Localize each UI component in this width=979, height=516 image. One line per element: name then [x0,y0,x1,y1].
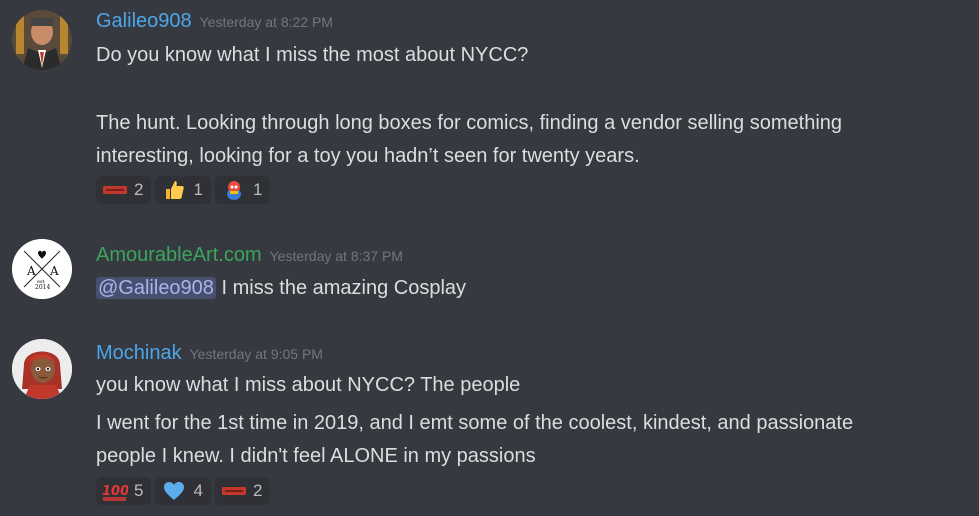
message-text-content: I miss the amazing Cosplay [221,277,467,299]
message-text: interesting, looking for a toy you hadn’… [96,145,640,167]
reaction-character[interactable]: 1 [214,176,271,204]
reaction-count: 1 [193,180,203,199]
message-group-galileo908: Galileo908 Yesterday at 8:22 PM Do you kn… [0,0,979,215]
blue-heart-icon [161,480,187,502]
message-text: people I knew. I didn't feel ALONE in my… [96,445,536,467]
reaction-count: 2 [252,481,263,500]
character-emoji-icon [221,179,247,201]
timestamp: Yesterday at 8:37 PM [269,248,403,264]
message-text: Do you know what I miss the most about N… [96,44,529,66]
message-text: you know what I miss about NYCC? The peo… [96,374,521,396]
timestamp: Yesterday at 8:22 PM [199,14,333,30]
nycc-logo-icon [221,480,247,502]
username[interactable]: AmourableArt.com [96,244,262,266]
reactions-bar: 100 5 4 2 [96,477,274,505]
timestamp: Yesterday at 9:05 PM [189,346,323,362]
message-header: AmourableArt.com Yesterday at 8:37 PM [96,244,403,267]
reaction-nycc[interactable]: 2 [214,477,271,505]
chat-messages: Galileo908 Yesterday at 8:22 PM Do you kn… [0,0,979,516]
avatar-letter-left: A [26,264,36,278]
reaction-count: 4 [193,481,203,500]
message-header: Galileo908 Yesterday at 8:22 PM [96,10,333,33]
reaction-count: 5 [134,481,144,500]
mochinak-avatar-icon[interactable] [12,339,72,399]
message-text: @Galileo908 I miss the amazing Cosplay [96,277,466,300]
galileo-avatar-icon[interactable] [12,10,72,70]
message-header: Mochinak Yesterday at 9:05 PM [96,342,323,365]
message-text: The hunt. Looking through long boxes for… [96,112,843,134]
avatar-letter-right: A [49,264,59,278]
amourable-art-logo-icon[interactable]: A A est 2014 [12,239,72,299]
reactions-bar: 2 1 1 [96,176,274,204]
reaction-thumbs-up[interactable]: 1 [155,176,211,204]
message-text: I went for the 1st time in 2019, and I e… [96,412,854,434]
reaction-blue-heart[interactable]: 4 [155,477,211,505]
user-mention[interactable]: @Galileo908 [96,277,216,299]
username[interactable]: Mochinak [96,342,182,364]
svg-text:100: 100 [102,484,128,499]
reaction-nycc[interactable]: 2 [96,176,152,204]
message-group-mochinak: Mochinak Yesterday at 9:05 PM you know wh… [0,334,979,516]
reaction-count: 1 [252,180,263,199]
message-group-amourableart: A A est 2014 AmourableArt.com Yesterday a… [0,236,979,316]
reaction-hundred[interactable]: 100 5 [96,477,152,505]
reaction-count: 2 [134,180,144,199]
hundred-points-icon: 100 [102,480,128,502]
avatar-year: 2014 [35,284,50,291]
nycc-logo-icon [102,179,128,201]
thumbs-up-icon [161,179,187,201]
username[interactable]: Galileo908 [96,10,192,32]
